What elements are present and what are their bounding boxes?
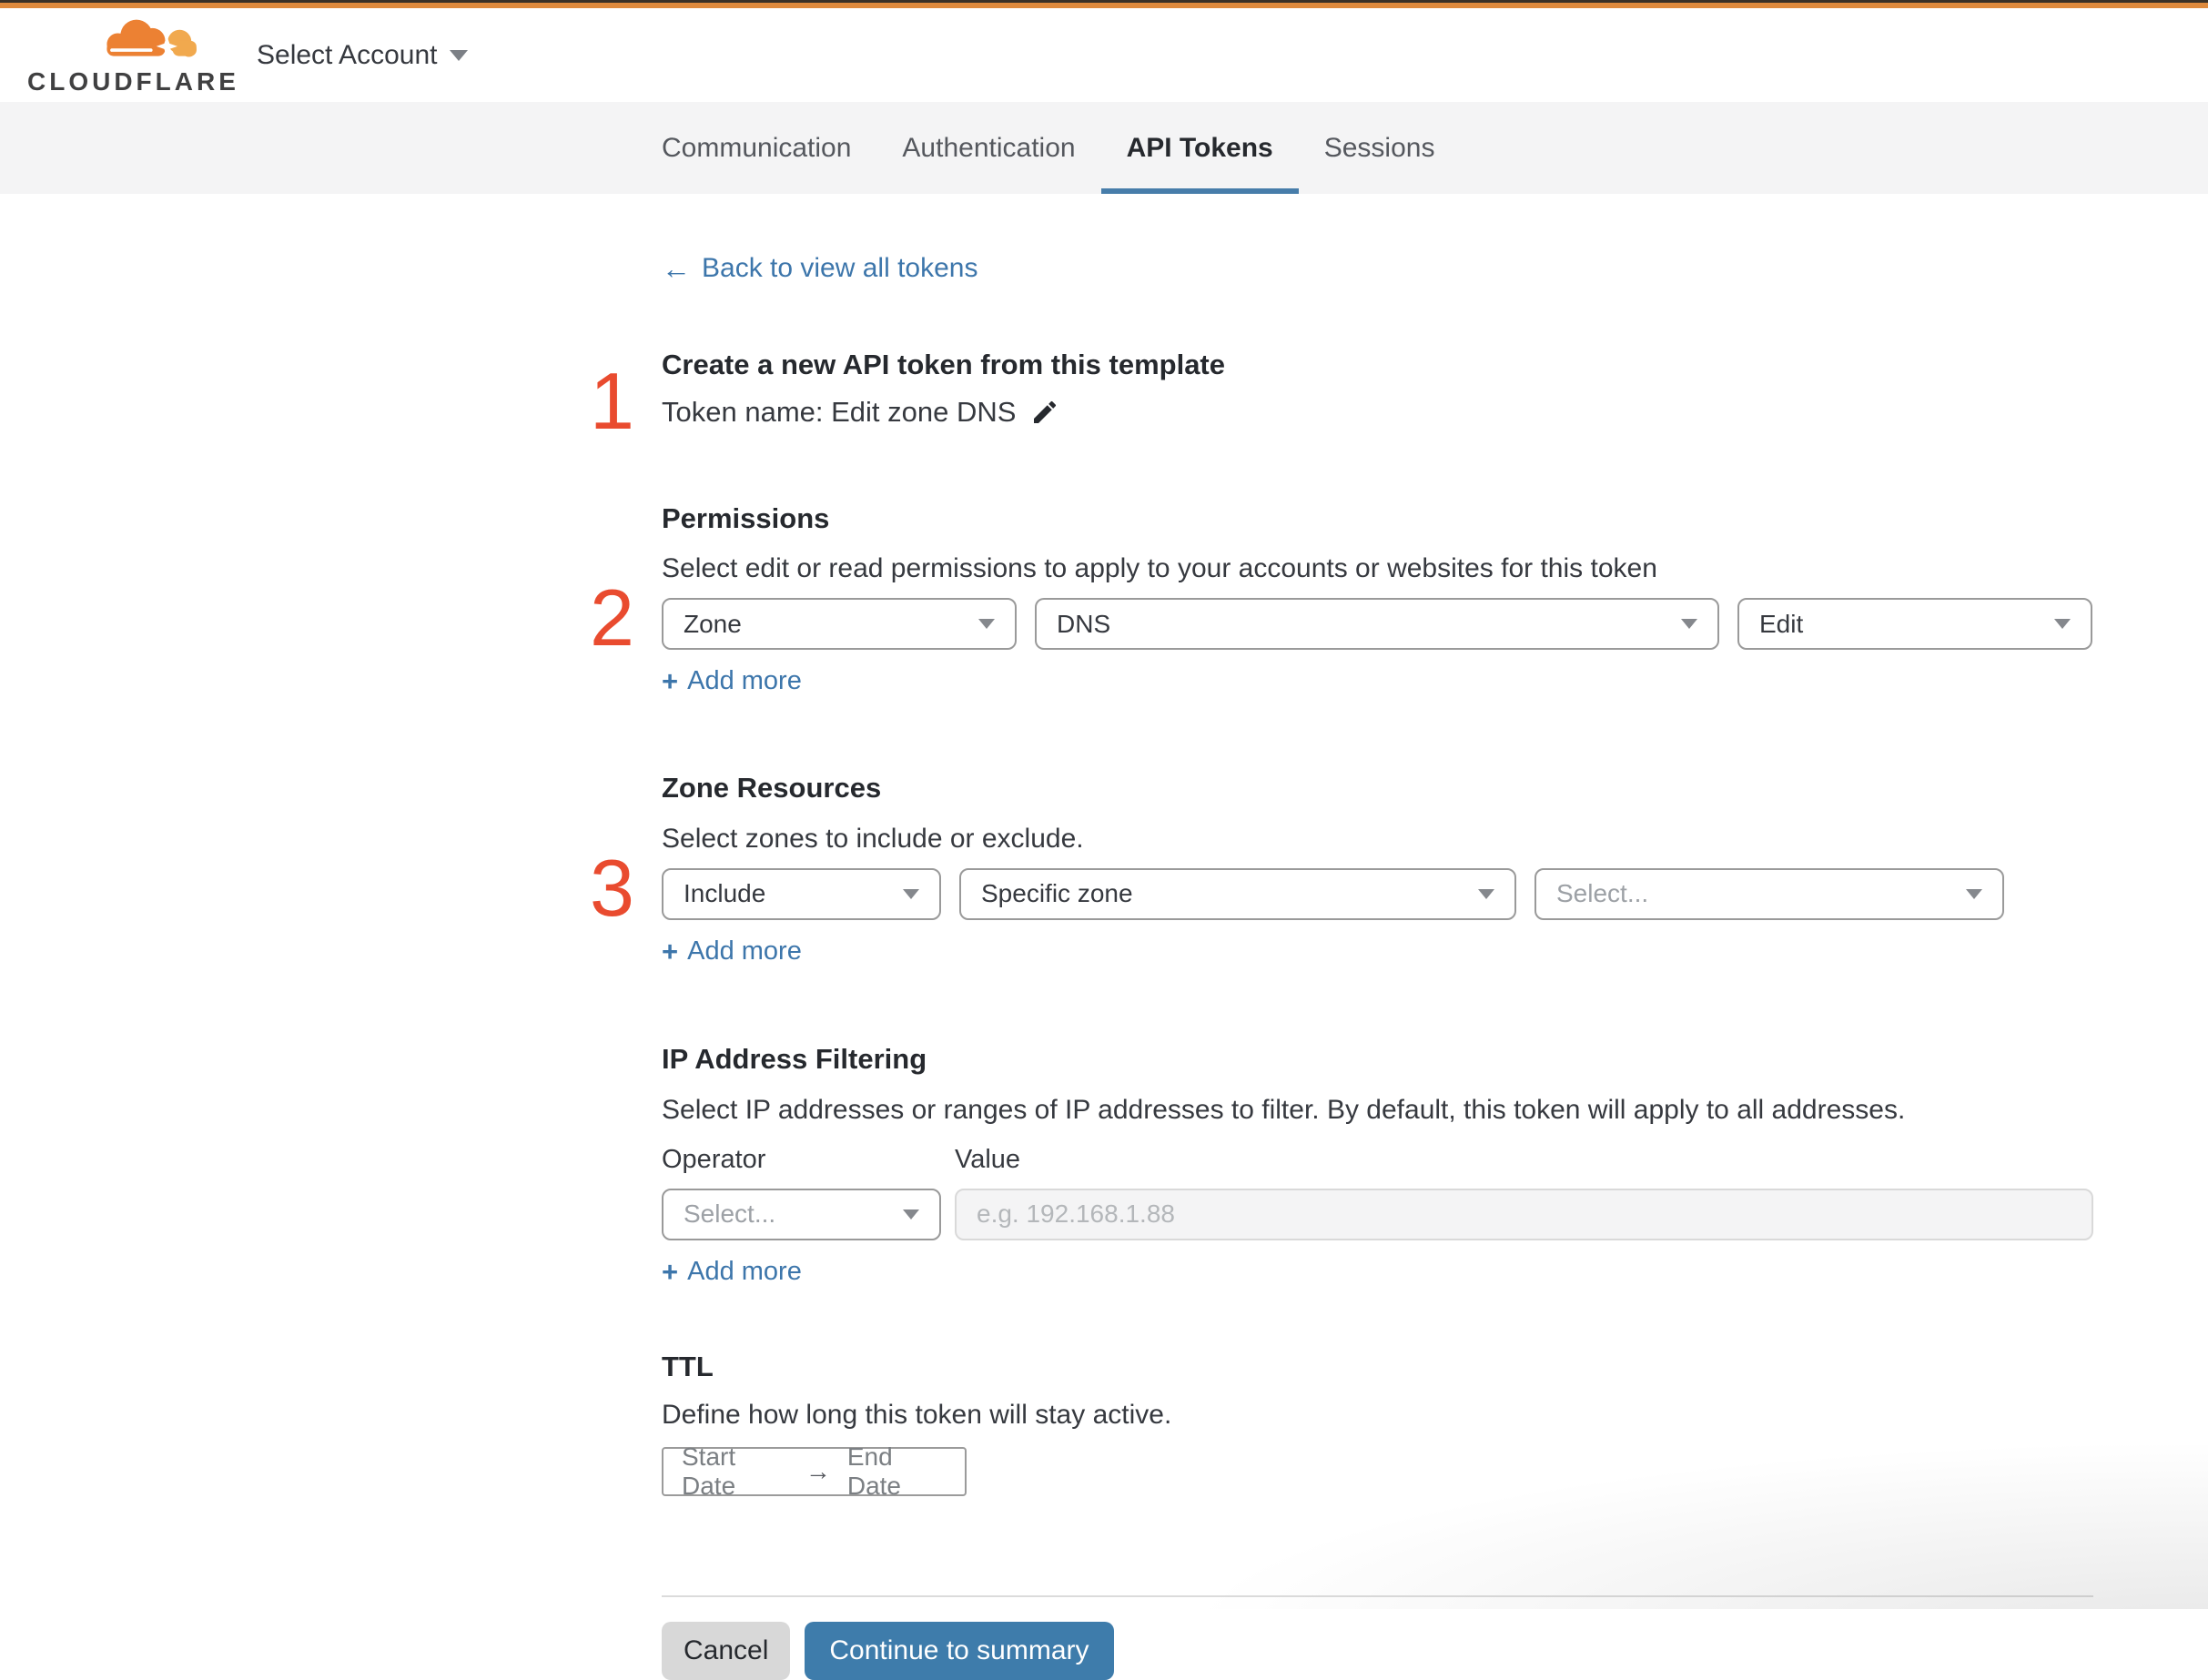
edit-token-name-button[interactable] bbox=[1030, 398, 1059, 427]
add-more-label: Add more bbox=[687, 936, 802, 966]
value-label: Value bbox=[955, 1144, 1021, 1174]
token-name-section: 1 Create a new API token from this templ… bbox=[590, 349, 2093, 441]
back-arrow-icon: ← bbox=[662, 251, 691, 285]
select-value: Edit bbox=[1759, 609, 1804, 638]
account-selector[interactable]: Select Account bbox=[257, 39, 469, 71]
plus-icon: + bbox=[662, 935, 679, 967]
tab-label: API Tokens bbox=[1126, 132, 1273, 163]
ip-filtering-row: Select... bbox=[662, 1188, 2093, 1240]
select-value: Include bbox=[684, 879, 766, 908]
permissions-heading: Permissions bbox=[662, 501, 830, 534]
step-number-1: 1 bbox=[590, 356, 634, 446]
ip-field-labels: Operator Value bbox=[662, 1145, 2093, 1175]
plus-icon: + bbox=[662, 1255, 679, 1288]
ttl-description: Define how long this token will stay act… bbox=[662, 1400, 1172, 1431]
caret-down-icon bbox=[1966, 888, 1982, 899]
ip-filtering-add-more-link[interactable]: + Add more bbox=[662, 1257, 802, 1287]
permission-resource-select[interactable]: DNS bbox=[1035, 598, 1719, 651]
profile-tabbar: Communication Authentication API Tokens … bbox=[0, 102, 2208, 194]
section-divider bbox=[662, 1595, 2093, 1598]
select-placeholder: Select... bbox=[1556, 879, 1649, 908]
tab-api-tokens[interactable]: API Tokens bbox=[1100, 102, 1299, 194]
zone-type-select[interactable]: Specific zone bbox=[959, 867, 1516, 920]
ip-operator-select[interactable]: Select... bbox=[662, 1188, 941, 1240]
tab-authentication[interactable]: Authentication bbox=[876, 102, 1100, 194]
zone-resources-heading: Zone Resources bbox=[662, 772, 882, 805]
footer-actions: Cancel Continue to summary bbox=[662, 1622, 2093, 1680]
start-date-placeholder: Start Date bbox=[682, 1442, 736, 1501]
continue-to-summary-button[interactable]: Continue to summary bbox=[805, 1622, 1114, 1680]
caret-down-icon bbox=[903, 888, 919, 899]
permissions-section: Permissions Select edit or read permissi… bbox=[590, 501, 2093, 697]
tab-sessions[interactable]: Sessions bbox=[1299, 102, 1461, 194]
ttl-section: TTL Define how long this token will stay… bbox=[662, 1350, 2093, 1500]
date-range-picker[interactable]: Start Date → End Date bbox=[662, 1442, 967, 1500]
ip-value-input[interactable] bbox=[955, 1188, 2093, 1240]
add-more-label: Add more bbox=[687, 666, 802, 696]
tab-communication[interactable]: Communication bbox=[636, 102, 876, 194]
zone-picker-select[interactable]: Select... bbox=[1534, 867, 2004, 920]
app-header: CLOUDFLARE Select Account bbox=[0, 8, 2208, 102]
select-placeholder: Select... bbox=[684, 1199, 776, 1229]
caret-down-icon bbox=[1478, 888, 1494, 899]
cloudflare-logo[interactable]: CLOUDFLARE bbox=[27, 15, 239, 96]
select-value: DNS bbox=[1057, 609, 1111, 638]
cloudflare-cloud-icon bbox=[89, 15, 206, 67]
token-section-heading: Create a new API token from this templat… bbox=[662, 349, 1226, 380]
permissions-add-more-link[interactable]: + Add more bbox=[662, 666, 802, 696]
plus-icon: + bbox=[662, 665, 679, 698]
ip-filtering-description: Select IP addresses or ranges of IP addr… bbox=[662, 1094, 1906, 1125]
select-value: Specific zone bbox=[981, 879, 1133, 908]
zone-resources-description: Select zones to include or exclude. bbox=[662, 823, 1084, 854]
step-number-2: 2 bbox=[590, 572, 634, 663]
ip-filtering-heading: IP Address Filtering bbox=[662, 1042, 927, 1075]
cancel-button[interactable]: Cancel bbox=[662, 1622, 791, 1680]
tab-label: Sessions bbox=[1323, 132, 1435, 163]
step-number-3: 3 bbox=[590, 842, 634, 933]
caret-down-icon bbox=[1681, 619, 1697, 630]
permission-access-select[interactable]: Edit bbox=[1737, 598, 2092, 651]
caret-down-icon bbox=[903, 1209, 919, 1220]
zone-include-select[interactable]: Include bbox=[662, 867, 941, 920]
back-to-tokens-link[interactable]: ← Back to view all tokens bbox=[662, 253, 977, 283]
cloudflare-wordmark: CLOUDFLARE bbox=[27, 67, 239, 96]
arrow-right-icon: → bbox=[805, 1457, 831, 1486]
caret-down-icon bbox=[978, 619, 995, 630]
zone-resources-row: 3 Include Specific zone Select... bbox=[590, 847, 2093, 927]
permissions-row: 2 Zone DNS Edit bbox=[590, 578, 2093, 658]
select-value: Zone bbox=[684, 609, 742, 638]
tab-label: Communication bbox=[662, 132, 852, 163]
ttl-heading: TTL bbox=[662, 1350, 714, 1382]
permission-scope-select[interactable]: Zone bbox=[662, 598, 1017, 651]
account-selector-label: Select Account bbox=[257, 39, 438, 70]
caret-down-icon bbox=[2054, 619, 2071, 630]
chevron-down-icon bbox=[450, 49, 469, 61]
end-date-placeholder: End Date bbox=[846, 1442, 902, 1501]
operator-label: Operator bbox=[662, 1144, 766, 1174]
zone-resources-section: Zone Resources Select zones to include o… bbox=[590, 772, 2093, 967]
tab-label: Authentication bbox=[902, 132, 1076, 163]
permissions-description: Select edit or read permissions to apply… bbox=[662, 553, 1657, 584]
token-name-text: Token name: Edit zone DNS bbox=[662, 395, 1017, 428]
back-link-label: Back to view all tokens bbox=[702, 253, 978, 283]
ip-filtering-section: IP Address Filtering Select IP addresses… bbox=[662, 1043, 2093, 1287]
main-content: ← Back to view all tokens 1 Create a new… bbox=[590, 253, 2093, 1680]
add-more-label: Add more bbox=[687, 1256, 802, 1286]
zone-resources-add-more-link[interactable]: + Add more bbox=[662, 936, 802, 967]
